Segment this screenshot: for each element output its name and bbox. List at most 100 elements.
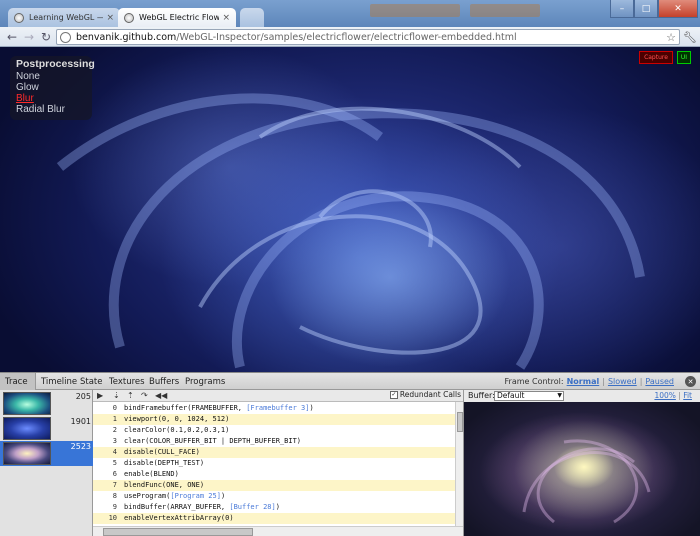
call-list-horizontal-scrollbar[interactable] bbox=[93, 526, 463, 536]
call-row[interactable]: 6 enable(BLEND) bbox=[93, 469, 455, 480]
frame-thumbnail bbox=[3, 417, 51, 440]
separator: | bbox=[639, 377, 643, 386]
redundant-calls-toggle[interactable]: ✓ Redundant Calls bbox=[389, 390, 461, 399]
zoom-fit-link[interactable]: Fit bbox=[683, 391, 692, 400]
call-object-link[interactable]: [Buffer 28] bbox=[229, 503, 275, 511]
call-index: 9 bbox=[112, 503, 117, 511]
call-row[interactable]: 3 clear(COLOR_BUFFER_BIT | DEPTH_BUFFER_B… bbox=[93, 436, 455, 447]
bookmark-star-icon[interactable]: ☆ bbox=[666, 31, 676, 44]
call-tail: ) bbox=[275, 503, 280, 511]
call-function: disable(CULL_FACE) bbox=[124, 448, 200, 456]
browser-tab-electric-flower[interactable]: WebGL Electric Flower × bbox=[118, 8, 236, 27]
postprocessing-option-glow[interactable]: Glow bbox=[16, 82, 86, 93]
rewind-icon[interactable]: ◀◀ bbox=[155, 391, 167, 400]
call-row[interactable]: 8 useProgram([Program 25]) bbox=[93, 491, 455, 502]
call-index: 2 bbox=[112, 426, 117, 434]
buffer-select[interactable]: Default ▼ bbox=[494, 391, 564, 401]
call-tail: ) bbox=[220, 492, 226, 500]
tab-state[interactable]: State bbox=[75, 373, 108, 390]
postprocessing-menu: Postprocessing None Glow Blur Radial Blu… bbox=[10, 56, 95, 120]
postprocessing-option-none[interactable]: None bbox=[16, 71, 86, 82]
tab-textures[interactable]: Textures bbox=[104, 373, 150, 390]
buffer-preview-image bbox=[522, 439, 651, 524]
buffer-preview bbox=[463, 402, 700, 536]
call-function: bindBuffer(ARRAY_BUFFER, bbox=[124, 503, 230, 511]
postprocessing-option-blur[interactable]: Blur bbox=[16, 93, 86, 104]
url-host: benvanik.github.com bbox=[76, 31, 177, 43]
reload-icon[interactable]: ↻ bbox=[38, 29, 54, 45]
minimize-icon[interactable]: – bbox=[610, 0, 634, 18]
frame-item-selected[interactable]: 2523 bbox=[0, 441, 93, 466]
frame-item[interactable]: 1901 bbox=[0, 416, 93, 441]
redundant-calls-checkbox[interactable]: ✓ bbox=[389, 390, 398, 399]
chevron-down-icon: ▼ bbox=[557, 392, 562, 399]
frame-control-paused[interactable]: Paused bbox=[645, 377, 674, 386]
scrollbar-thumb[interactable] bbox=[103, 528, 253, 536]
call-index: 8 bbox=[112, 492, 117, 500]
background-window-ghost bbox=[370, 4, 460, 17]
call-row[interactable]: 10 enableVertexAttribArray(0) bbox=[93, 513, 455, 524]
frame-control-slowed[interactable]: Slowed bbox=[608, 377, 637, 386]
browser-tab-title: WebGL Electric Flower bbox=[139, 13, 220, 22]
call-row[interactable]: 7 blendFunc(ONE, ONE) bbox=[93, 480, 455, 491]
browser-tab-learning-webgl[interactable]: Learning WebGL — lesson 1 × bbox=[8, 8, 120, 27]
call-function: enable(BLEND) bbox=[124, 470, 179, 478]
tab-programs[interactable]: Programs bbox=[180, 373, 230, 390]
frame-control-label: Frame Control: bbox=[504, 377, 564, 386]
wrench-icon[interactable]: 🔧︎ bbox=[682, 29, 698, 45]
browser-tab-strip: Learning WebGL — lesson 1 × WebGL Electr… bbox=[0, 0, 700, 27]
redundant-calls-label: Redundant Calls bbox=[399, 390, 461, 399]
postprocessing-option-radial-blur[interactable]: Radial Blur bbox=[16, 104, 86, 115]
call-index: 10 bbox=[108, 514, 117, 522]
call-list-vertical-scrollbar[interactable] bbox=[455, 402, 463, 526]
redo-icon[interactable]: ↷ bbox=[141, 391, 148, 400]
close-tab-icon[interactable]: × bbox=[222, 13, 230, 23]
capture-button[interactable]: Capture bbox=[639, 51, 673, 64]
toggle-ui-button[interactable]: UI bbox=[677, 51, 691, 64]
call-row[interactable]: 5 disable(DEPTH_TEST) bbox=[93, 458, 455, 469]
page-favicon-icon bbox=[14, 12, 24, 23]
close-inspector-icon[interactable]: ✕ bbox=[685, 376, 696, 387]
background-window-ghost bbox=[470, 4, 540, 17]
trace-toolbar: ▶ ⇣ ⇡ ↷ ◀◀ ✓ Redundant Calls bbox=[93, 390, 463, 402]
call-function: viewport(0, 0, 1024, 512) bbox=[124, 415, 230, 423]
call-row[interactable]: 9 bindBuffer(ARRAY_BUFFER, [Buffer 28]) bbox=[93, 502, 455, 513]
call-function: disable(DEPTH_TEST) bbox=[124, 459, 205, 467]
call-row[interactable]: 1 viewport(0, 0, 1024, 512) bbox=[93, 414, 455, 425]
maximize-icon[interactable]: □ bbox=[634, 0, 658, 18]
call-index: 6 bbox=[112, 470, 117, 478]
electric-flower-render bbox=[56, 93, 645, 370]
zoom-100-link[interactable]: 100% bbox=[654, 391, 675, 400]
call-index: 7 bbox=[112, 481, 117, 489]
forward-arrow-icon[interactable]: → bbox=[21, 29, 37, 45]
frame-number: 1901 bbox=[70, 417, 91, 426]
close-window-icon[interactable]: ✕ bbox=[658, 0, 698, 18]
tab-buffers[interactable]: Buffers bbox=[144, 373, 184, 390]
address-bar[interactable]: benvanik.github.com /WebGL-Inspector/sam… bbox=[56, 29, 680, 45]
frame-control-normal[interactable]: Normal bbox=[567, 377, 600, 386]
back-arrow-icon[interactable]: ← bbox=[4, 29, 20, 45]
frame-item[interactable]: 205 bbox=[0, 391, 93, 416]
frame-number: 2523 bbox=[70, 442, 91, 451]
inspector-tab-bar: Trace Timeline State Textures Buffers Pr… bbox=[0, 373, 700, 390]
new-tab-button[interactable] bbox=[240, 8, 264, 27]
step-forward-icon[interactable]: ⇣ bbox=[113, 391, 120, 400]
close-tab-icon[interactable]: × bbox=[106, 13, 114, 23]
frame-thumbnail bbox=[3, 392, 51, 415]
call-row[interactable]: 2 clearColor(0.1,0.2,0.3,1) bbox=[93, 425, 455, 436]
step-back-icon[interactable]: ⇡ bbox=[127, 391, 134, 400]
separator: | bbox=[602, 377, 605, 386]
call-row[interactable]: 4 disable(CULL_FACE) bbox=[93, 447, 455, 458]
call-function: clear(COLOR_BUFFER_BIT | DEPTH_BUFFER_BI… bbox=[124, 437, 302, 445]
tab-trace[interactable]: Trace bbox=[0, 373, 36, 390]
call-row[interactable]: 0 bindFramebuffer(FRAMEBUFFER, [Framebuff… bbox=[93, 403, 455, 414]
call-object-link[interactable]: [Framebuffer 3] bbox=[246, 404, 309, 412]
window-controls: – □ ✕ bbox=[610, 0, 698, 18]
call-index: 4 bbox=[112, 448, 117, 456]
play-icon[interactable]: ▶ bbox=[97, 391, 103, 400]
webgl-inspector-panel: Trace Timeline State Textures Buffers Pr… bbox=[0, 372, 700, 536]
call-object-link[interactable]: [Program 25] bbox=[170, 492, 221, 500]
webgl-canvas[interactable]: Postprocessing None Glow Blur Radial Blu… bbox=[0, 47, 700, 372]
call-function: enableVertexAttribArray(0) bbox=[124, 514, 234, 522]
postprocessing-title: Postprocessing bbox=[16, 58, 95, 70]
